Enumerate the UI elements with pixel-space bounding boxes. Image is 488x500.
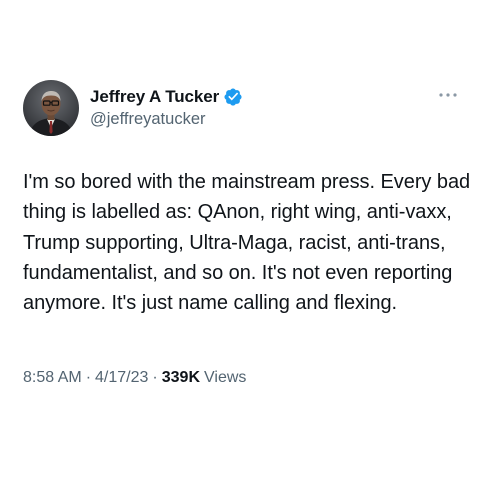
author-handle[interactable]: @jeffreyatucker: [90, 110, 243, 129]
author-avatar[interactable]: [23, 80, 79, 136]
tweet-metadata: 8:58 AM · 4/17/23 · 339K Views: [23, 369, 246, 387]
tweet-date[interactable]: 4/17/23: [95, 369, 148, 387]
views-count[interactable]: 339K: [162, 369, 200, 387]
separator-dot: ·: [85, 369, 92, 386]
tweet-header: Jeffrey A Tucker @jeffreyatucker: [23, 80, 463, 136]
avatar-image: [23, 80, 79, 136]
separator-dot: ·: [152, 369, 158, 386]
tweet-text: I'm so bored with the mainstream press. …: [23, 171, 471, 315]
name-row: Jeffrey A Tucker: [90, 86, 243, 108]
more-horizontal-icon[interactable]: [437, 88, 459, 102]
author-display-name[interactable]: Jeffrey A Tucker: [90, 87, 219, 107]
tweet-time[interactable]: 8:58 AM: [23, 369, 82, 387]
author-names: Jeffrey A Tucker @jeffreyatucker: [90, 86, 243, 129]
verified-badge-icon[interactable]: [223, 87, 243, 107]
tweet-card: Jeffrey A Tucker @jeffreyatucker I'm so …: [0, 0, 488, 500]
views-label: Views: [204, 369, 247, 386]
